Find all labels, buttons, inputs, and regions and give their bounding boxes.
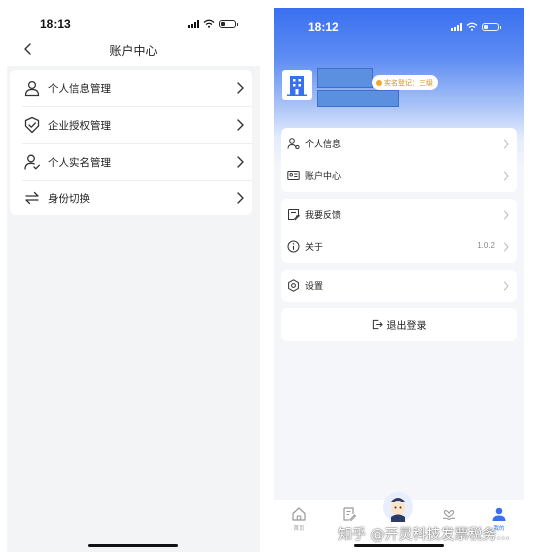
- badge-shield-icon: [376, 79, 382, 86]
- mascot-icon: [391, 498, 405, 522]
- menu-item-label: 我要反馈: [305, 211, 342, 221]
- menu-item-label: 个人实名管理: [48, 156, 111, 169]
- shield-check-icon: [24, 116, 40, 134]
- menu-item-feedback[interactable]: 我要反馈: [281, 199, 517, 231]
- chevron-right-icon: [504, 210, 509, 220]
- menu-item-label: 个人信息: [305, 140, 342, 150]
- tab-mascot[interactable]: [383, 492, 413, 522]
- tab-home[interactable]: 首页: [274, 500, 324, 540]
- watermark-text: 知乎 @开灵科技发票税务...: [338, 527, 510, 543]
- battery-icon: [482, 22, 501, 31]
- heart-hand-icon: [442, 509, 456, 521]
- chevron-right-icon: [237, 119, 244, 131]
- menu-item-label: 企业授权管理: [48, 119, 111, 132]
- user-icon: [492, 507, 506, 521]
- person-card-icon: [287, 138, 300, 150]
- menu-item-enterprise-authorization[interactable]: 企业授权管理: [10, 107, 252, 143]
- battery-icon: [219, 19, 238, 28]
- settings-card: 设置: [281, 270, 517, 302]
- id-card-icon: [287, 171, 300, 180]
- home-indicator[interactable]: [354, 544, 444, 547]
- version-value: 1.0.2: [477, 241, 495, 250]
- badge-text: 实名登记：三级: [384, 78, 433, 87]
- menu-item-real-name-management[interactable]: 个人实名管理: [10, 144, 252, 180]
- menu-item-settings[interactable]: 设置: [281, 270, 517, 302]
- chevron-right-icon: [504, 139, 509, 149]
- home-icon: [292, 507, 306, 521]
- status-icons: [188, 19, 238, 28]
- menu-item-personal-info[interactable]: 个人信息: [281, 128, 517, 160]
- menu-item-label: 设置: [305, 282, 324, 292]
- menu-item-label: 身份切换: [48, 192, 90, 205]
- chevron-right-icon: [504, 171, 509, 181]
- chevron-right-icon: [237, 192, 244, 204]
- logout-icon: [372, 319, 383, 330]
- person-verified-icon: [24, 154, 40, 170]
- building-icon: [287, 76, 307, 96]
- gear-icon: [288, 279, 299, 292]
- document-edit-icon: [343, 507, 357, 522]
- menu-item-label: 账户中心: [305, 172, 342, 182]
- redacted-info-block: [317, 90, 399, 107]
- profile-screen: 18:12 实名登记：三级 个人信息 账户中心 我要反馈 关于 1.0.2 设置…: [274, 8, 524, 552]
- signal-icon: [451, 22, 462, 31]
- menu-item-label: 个人信息管理: [48, 82, 111, 95]
- menu-item-label: 关于: [305, 243, 324, 253]
- wifi-icon: [203, 19, 215, 28]
- switch-arrows-icon: [25, 191, 39, 205]
- chevron-right-icon: [504, 281, 509, 291]
- menu-item-personal-info-management[interactable]: 个人信息管理: [10, 70, 252, 106]
- home-indicator[interactable]: [88, 544, 178, 547]
- top-bar: 18:13 账户中心: [7, 8, 260, 66]
- signal-icon: [188, 19, 199, 28]
- page-title: 账户中心: [109, 44, 158, 58]
- account-center-screen: 18:13 账户中心 个人信息管理 企业授权管理 个人实名管理 身份切换: [7, 8, 260, 552]
- tab-label: 首页: [293, 526, 305, 532]
- profile-card: 个人信息 账户中心: [281, 128, 517, 192]
- redacted-name-block: [317, 68, 373, 88]
- menu-item-about[interactable]: 关于 1.0.2: [281, 231, 517, 263]
- menu-item-account-center[interactable]: 账户中心: [281, 160, 517, 192]
- menu-item-identity-switch[interactable]: 身份切换: [10, 180, 252, 216]
- chevron-right-icon: [504, 242, 509, 252]
- feedback-icon: [288, 209, 300, 221]
- status-time: 18:12: [308, 20, 339, 34]
- status-time: 18:13: [40, 17, 71, 31]
- person-icon: [24, 80, 40, 97]
- logout-label: 退出登录: [386, 321, 427, 332]
- realname-level-badge[interactable]: 实名登记：三级: [372, 75, 438, 90]
- logout-button[interactable]: 退出登录: [281, 308, 517, 341]
- avatar[interactable]: [282, 70, 312, 100]
- support-card: 我要反馈 关于 1.0.2: [281, 199, 517, 263]
- chevron-right-icon: [237, 156, 244, 168]
- info-icon: [287, 240, 300, 253]
- wifi-icon: [466, 22, 478, 31]
- account-menu-card: 个人信息管理 企业授权管理 个人实名管理 身份切换: [10, 70, 252, 215]
- status-icons: [451, 22, 501, 31]
- chevron-right-icon: [237, 82, 244, 94]
